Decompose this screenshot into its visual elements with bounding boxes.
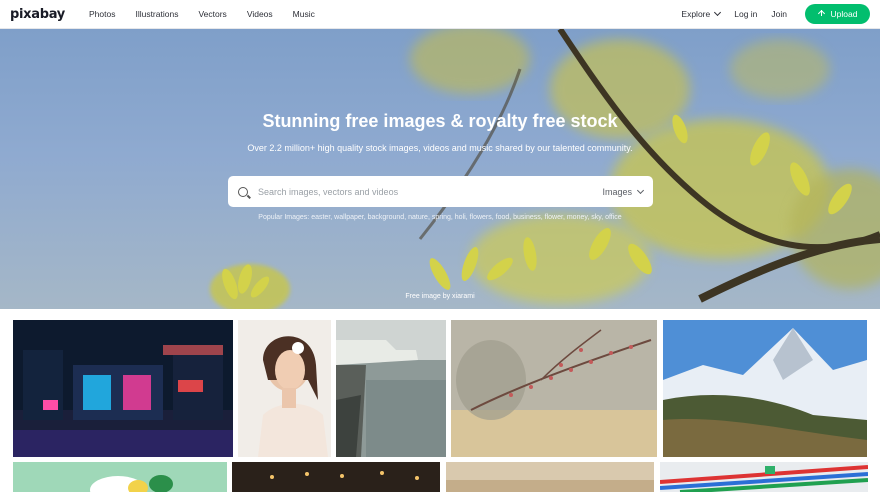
hero-subtitle: Over 2.2 million+ high quality stock ima… [247,143,633,153]
upload-button[interactable]: Upload [805,4,870,24]
nav-vectors[interactable]: Vectors [198,9,226,19]
lemon-illustration-photo[interactable] [13,462,227,492]
join-link[interactable]: Join [771,9,787,19]
hero-banner: Stunning free images & royalty free stoc… [0,29,880,309]
colored-pencils-photo[interactable] [660,462,868,492]
chevron-down-icon [636,186,645,194]
coastal-cliff-photo[interactable] [336,320,446,457]
mountain-peak-photo[interactable] [663,320,867,457]
popular-searches[interactable]: Popular Images: easter, wallpaper, backg… [0,214,880,221]
chevron-down-icon [714,8,722,17]
neon-street-photo[interactable] [13,320,233,457]
wood-table-photo[interactable] [446,462,654,492]
hero-title: Stunning free images & royalty free stoc… [262,111,618,131]
explore-menu[interactable]: Explore [681,8,722,19]
restaurant-interior-photo[interactable] [232,462,440,492]
upload-icon [818,10,826,18]
nav-videos[interactable]: Videos [247,9,273,19]
hero-background-image [210,29,880,309]
nav-illustrations[interactable]: Illustrations [135,9,178,19]
main-nav: Photos Illustrations Vectors Videos Musi… [89,9,315,19]
top-navigation-bar: pixabay Photos Illustrations Vectors Vid… [0,0,880,29]
blossom-branch-photo[interactable] [451,320,657,457]
header-actions: Explore Log in Join Upload [681,4,870,24]
image-credit[interactable]: Free image by xiarami [0,293,880,300]
pixabay-logo[interactable]: pixabay [10,7,65,22]
search-input[interactable] [258,186,603,197]
upload-label: Upload [830,9,858,19]
explore-label: Explore [681,9,711,19]
search-bar: Images [228,176,653,207]
search-type-dropdown[interactable]: Images [602,186,645,197]
login-link[interactable]: Log in [734,9,757,19]
search-type-label: Images [602,186,632,197]
nav-photos[interactable]: Photos [89,9,115,19]
woman-portrait-photo[interactable] [238,320,331,457]
nav-music[interactable]: Music [293,9,315,19]
search-icon [238,186,248,197]
